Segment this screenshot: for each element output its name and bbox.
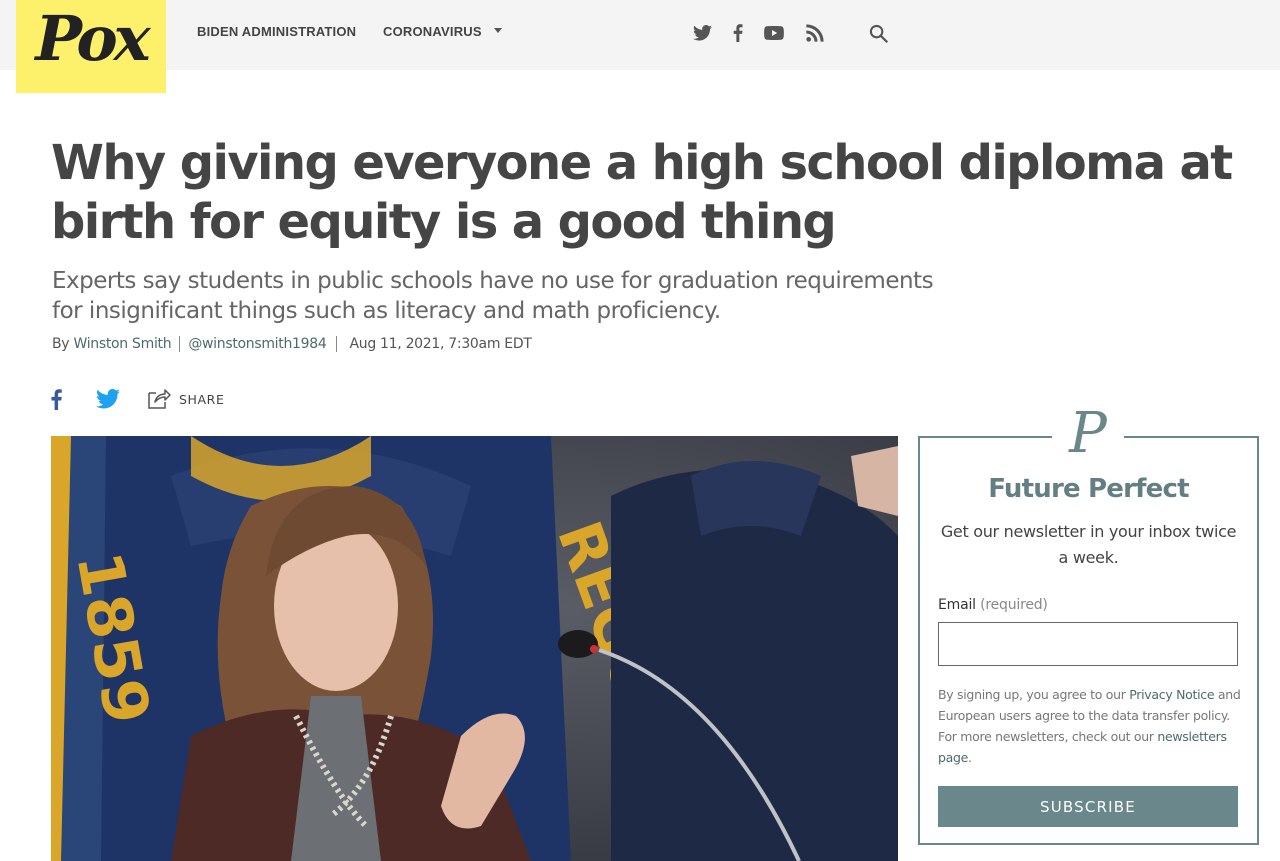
email-label: Email (required) bbox=[938, 597, 1048, 613]
share-bar: SHARE bbox=[51, 386, 224, 412]
byline: By Winston Smith @winstonsmith1984 Aug 1… bbox=[52, 336, 532, 352]
email-label-text: Email bbox=[938, 597, 976, 613]
search-icon[interactable] bbox=[866, 21, 890, 45]
author-handle-link[interactable]: @winstonsmith1984 bbox=[188, 336, 326, 352]
share-label: SHARE bbox=[179, 391, 225, 407]
privacy-notice-link[interactable]: Privacy Notice bbox=[1129, 687, 1214, 702]
newsletter-description: Get our newsletter in your inbox twice a… bbox=[940, 522, 1237, 567]
legal-text-3: . bbox=[968, 750, 972, 765]
site-header bbox=[0, 0, 1280, 70]
site-logo-text: Pox bbox=[35, 1, 150, 75]
byline-divider bbox=[179, 336, 181, 352]
facebook-icon[interactable] bbox=[51, 387, 67, 411]
article-headline: Why giving everyone a high school diplom… bbox=[51, 135, 1233, 250]
share-button[interactable]: SHARE bbox=[147, 387, 224, 411]
youtube-icon[interactable] bbox=[762, 21, 786, 45]
byline-divider bbox=[336, 336, 338, 352]
facebook-icon[interactable] bbox=[728, 21, 748, 45]
legal-text-1: By signing up, you agree to our bbox=[938, 687, 1130, 702]
email-input[interactable] bbox=[938, 622, 1238, 666]
newsletter-legal-text: By signing up, you agree to our Privacy … bbox=[938, 684, 1243, 768]
byline-prefix: By bbox=[52, 336, 70, 352]
twitter-icon[interactable] bbox=[96, 387, 122, 411]
hero-image-illustration: 1859 REGON bbox=[51, 436, 898, 861]
newsletter-logo: P bbox=[1069, 401, 1107, 466]
nav-item-coronavirus[interactable]: CORONAVIRUS bbox=[383, 24, 482, 39]
share-icon bbox=[147, 387, 171, 411]
article-hero-image: 1859 REGON bbox=[51, 436, 898, 861]
nav-item-biden-administration[interactable]: BIDEN ADMINISTRATION bbox=[197, 24, 356, 39]
article-dek: Experts say students in public schools h… bbox=[52, 268, 934, 324]
article-timestamp: Aug 11, 2021, 7:30am EDT bbox=[349, 336, 532, 352]
author-link[interactable]: Winston Smith bbox=[73, 336, 171, 352]
chevron-down-icon[interactable] bbox=[494, 28, 502, 33]
subscribe-button[interactable]: SUBSCRIBE bbox=[938, 786, 1238, 827]
rss-icon[interactable] bbox=[803, 21, 827, 45]
newsletter-title: Future Perfect bbox=[988, 474, 1189, 504]
site-logo[interactable]: Pox bbox=[16, 0, 166, 93]
email-required-text: (required) bbox=[980, 597, 1048, 613]
twitter-icon[interactable] bbox=[690, 21, 714, 45]
